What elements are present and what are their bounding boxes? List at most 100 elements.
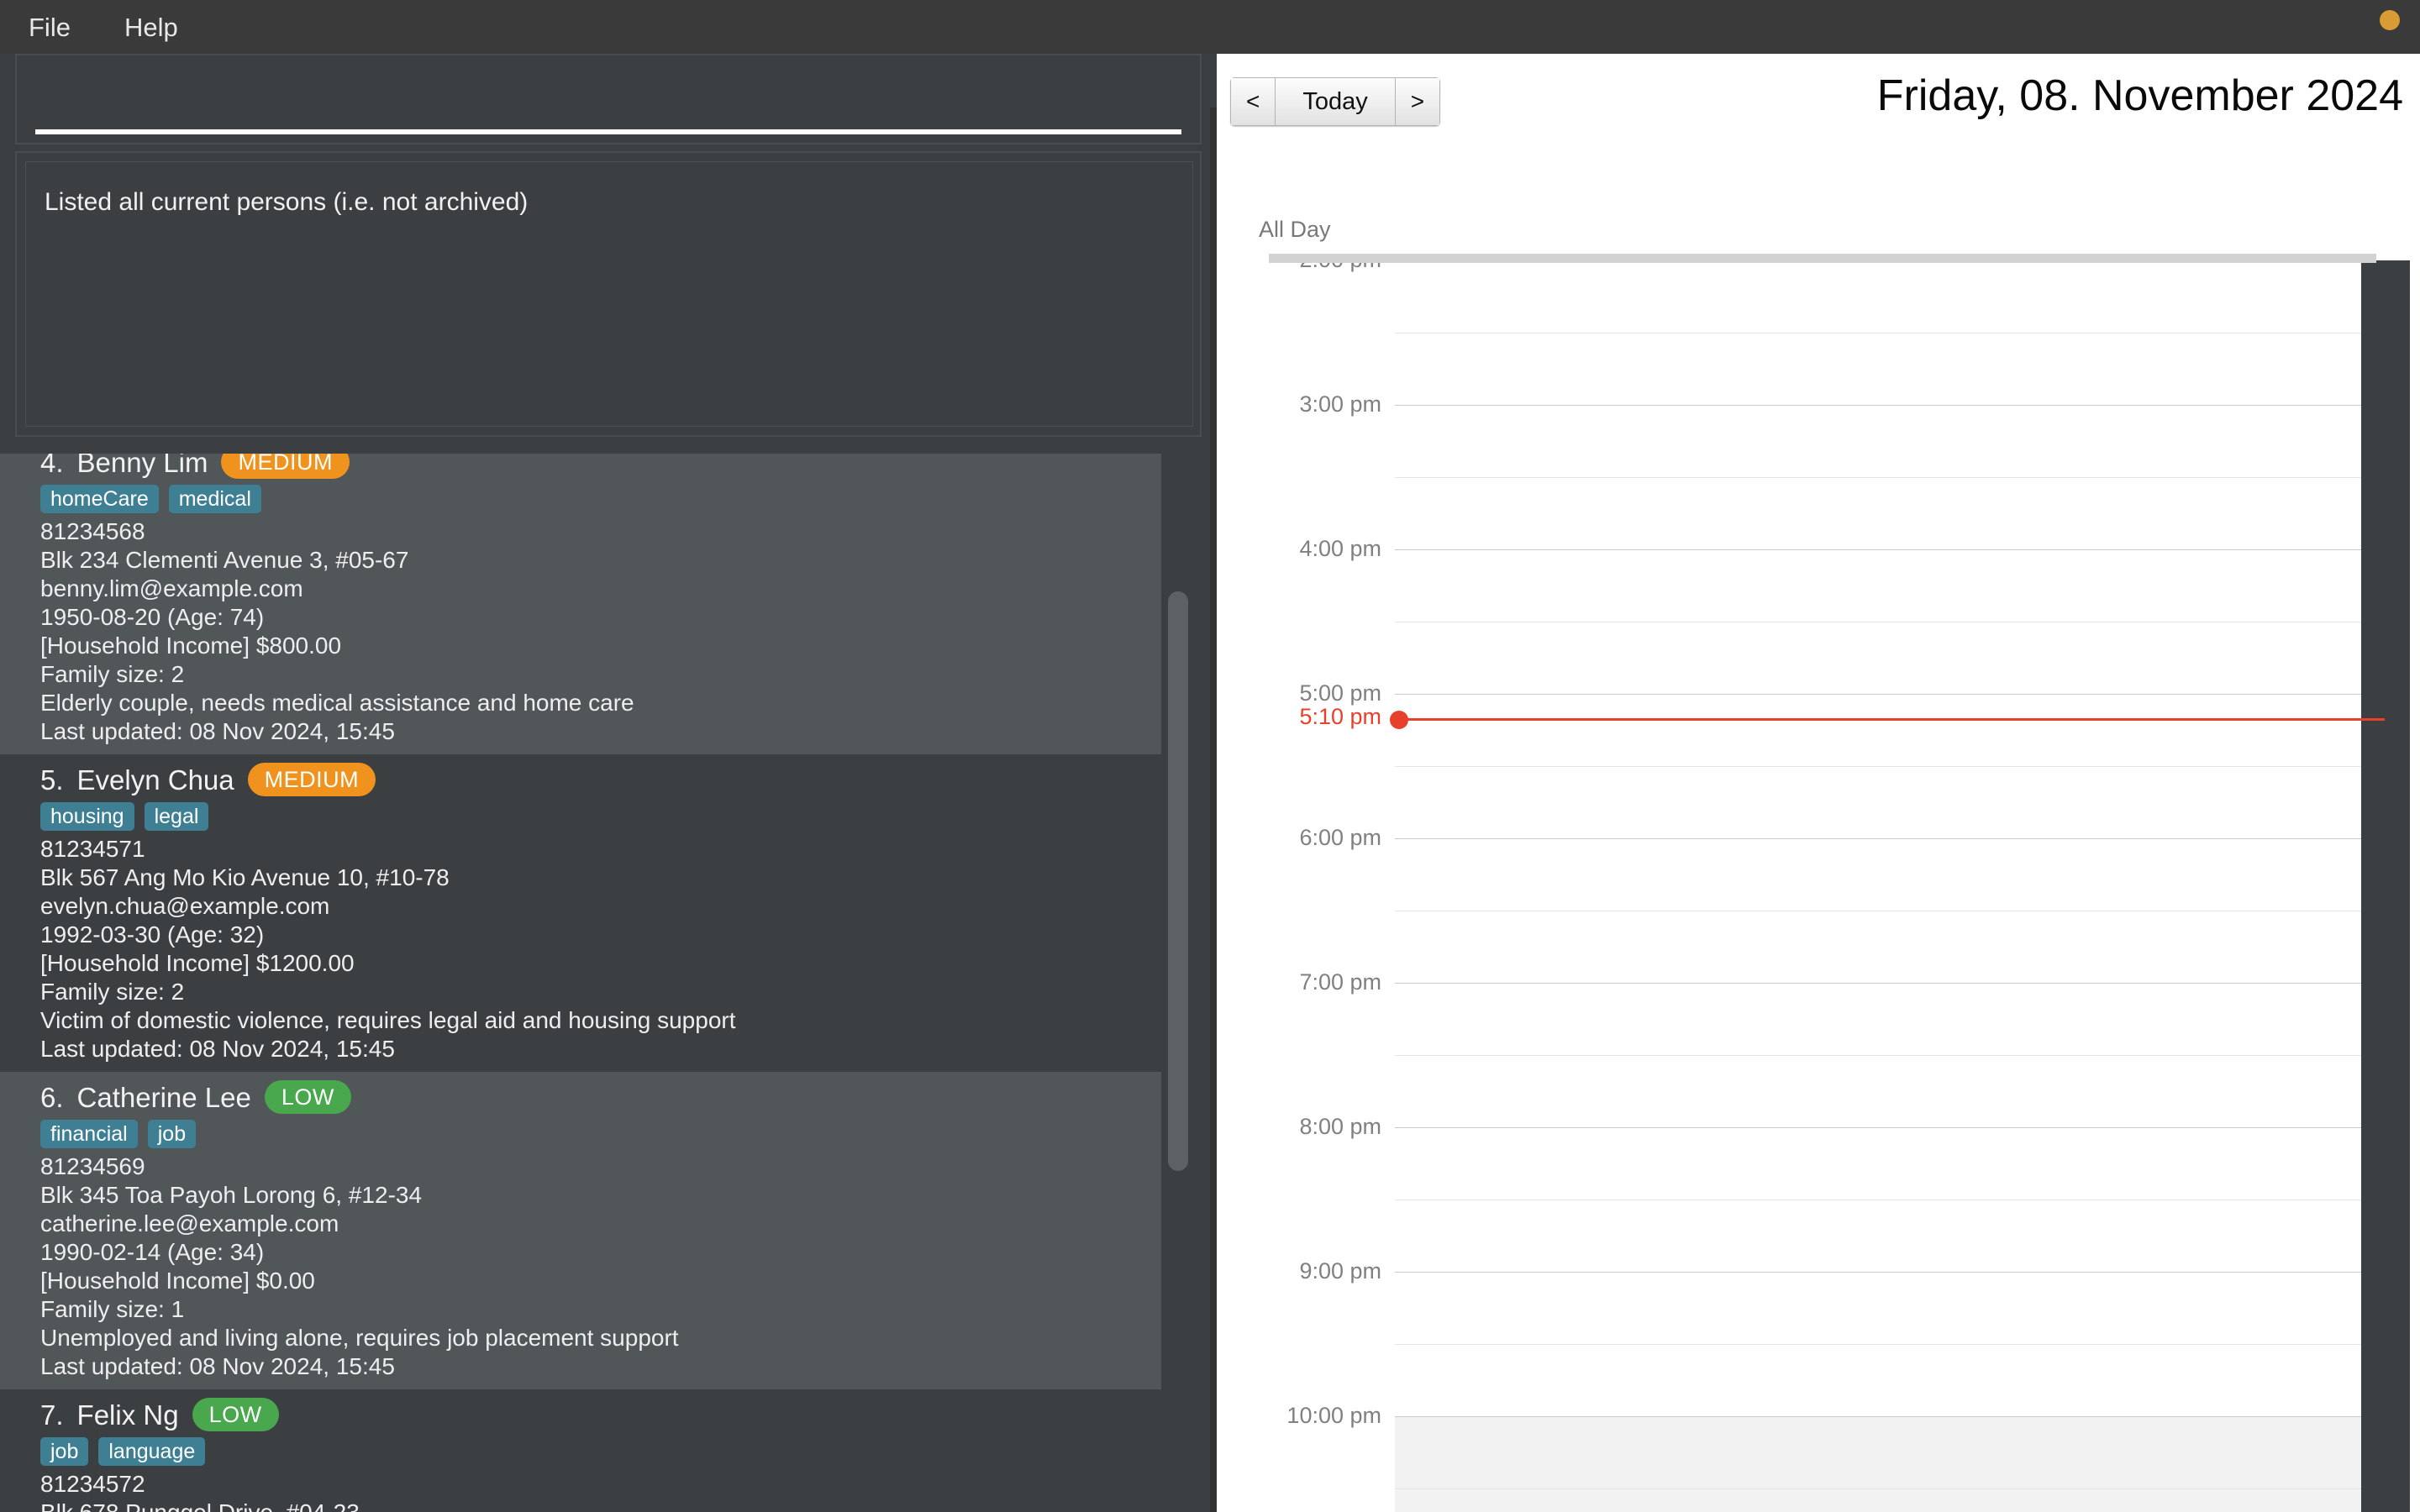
- tag-chip: homeCare: [40, 485, 159, 513]
- calendar-hour-row[interactable]: 2:00 pm: [1217, 260, 2385, 405]
- prev-day-button[interactable]: <: [1230, 77, 1276, 126]
- person-family-size: Family size: 2: [40, 661, 185, 687]
- today-button[interactable]: Today: [1275, 77, 1395, 126]
- next-day-button[interactable]: >: [1394, 77, 1441, 126]
- calendar-hour-row[interactable]: 9:00 pm: [1217, 1260, 2385, 1416]
- calendar-hour-row[interactable]: 10:00 pm: [1217, 1404, 2385, 1512]
- time-grid-top-divider: [1269, 254, 2376, 263]
- person-income: [Household Income] $0.00: [40, 1268, 315, 1294]
- calendar-half-hour-gridline: [1395, 766, 2385, 767]
- person-address: Blk 345 Toa Payoh Lorong 6, #12-34: [40, 1182, 423, 1208]
- calendar-right-edge: [2410, 108, 2420, 1512]
- person-email: evelyn.chua@example.com: [40, 893, 330, 919]
- tag-row: homeCare medical: [40, 484, 1161, 514]
- calendar-hour-gridline: [1395, 1416, 2385, 1417]
- calendar-date-title: Friday, 08. November 2024: [1876, 71, 2403, 120]
- person-last-updated: Last updated: 08 Nov 2024, 15:45: [40, 1036, 395, 1062]
- current-time-line: [1395, 717, 2385, 721]
- person-list[interactable]: 4. Benny Lim MEDIUM homeCare medical 812…: [0, 454, 1217, 1512]
- person-header: 4. Benny Lim MEDIUM: [40, 454, 1161, 482]
- calendar-half-hour-gridline: [1395, 1344, 2385, 1345]
- person-index: 7.: [40, 1399, 64, 1431]
- menu-item-help[interactable]: Help: [118, 9, 185, 45]
- risk-badge: MEDIUM: [247, 763, 376, 796]
- calendar-hour-label: 9:00 pm: [1299, 1258, 1381, 1284]
- calendar-hour-gridline: [1395, 983, 2385, 984]
- command-box[interactable]: [15, 54, 1202, 144]
- person-last-updated: Last updated: 08 Nov 2024, 15:45: [40, 718, 395, 744]
- calendar-hour-gridline: [1395, 1272, 2385, 1273]
- command-input-underline: [35, 129, 1181, 134]
- current-time-dot-icon: [1390, 710, 1408, 729]
- tag-row: financial job: [40, 1119, 1161, 1149]
- person-phone: 81234569: [40, 1153, 145, 1179]
- person-card[interactable]: 5. Evelyn Chua MEDIUM housing legal 8123…: [0, 754, 1161, 1072]
- calendar-hour-label: 4:00 pm: [1299, 536, 1381, 561]
- calendar-toolbar: < Today > Friday, 08. November 2024: [1217, 54, 2420, 168]
- calendar-scrollbar[interactable]: [2361, 260, 2410, 1512]
- person-header: 6. Catherine Lee LOW: [40, 1077, 1161, 1117]
- person-card[interactable]: 4. Benny Lim MEDIUM homeCare medical 812…: [0, 454, 1161, 754]
- person-header: 5. Evelyn Chua MEDIUM: [40, 759, 1161, 800]
- calendar-hour-label: 5:00 pm: [1299, 680, 1381, 706]
- tag-chip: language: [98, 1437, 206, 1466]
- tag-chip: financial: [40, 1120, 138, 1148]
- person-card[interactable]: 7. Felix Ng LOW job language 81234572 Bl…: [0, 1389, 1161, 1512]
- calendar-time-grid[interactable]: 2:00 pm3:00 pm 4:00 pm 5:00 pm 6:00 pm 7:00 …: [1217, 260, 2385, 1512]
- person-income: [Household Income] $800.00: [40, 633, 342, 659]
- person-birthdate: 1950-08-20 (Age: 74): [40, 604, 265, 630]
- person-name: Evelyn Chua: [76, 764, 234, 795]
- calendar-hour-label: 6:00 pm: [1299, 825, 1381, 850]
- calendar-hour-row[interactable]: 6:00 pm: [1217, 827, 2385, 983]
- tag-chip: medical: [168, 485, 261, 513]
- person-name: Catherine Lee: [76, 1081, 251, 1113]
- calendar-hour-gridline: [1395, 1127, 2385, 1128]
- calendar-half-hour-gridline: [1395, 1488, 2385, 1489]
- person-last-updated: Last updated: 08 Nov 2024, 15:45: [40, 1353, 395, 1379]
- calendar-hour-row[interactable]: 4:00 pm: [1217, 538, 2385, 694]
- person-email: benny.lim@example.com: [40, 575, 303, 601]
- person-name: Felix Ng: [76, 1399, 179, 1431]
- menu-bar: File Help: [0, 0, 2420, 54]
- result-message: Listed all current persons (i.e. not arc…: [45, 188, 529, 216]
- tag-row: job language: [40, 1436, 1161, 1467]
- calendar-hour-row[interactable]: 8:00 pm: [1217, 1116, 2385, 1272]
- left-panel: Listed all current persons (i.e. not arc…: [0, 54, 1217, 1512]
- person-header: 7. Felix Ng LOW: [40, 1394, 1161, 1435]
- person-index: 4.: [40, 454, 64, 478]
- calendar-hour-label: 7:00 pm: [1299, 969, 1381, 995]
- person-family-size: Family size: 1: [40, 1296, 185, 1322]
- calendar-half-hour-gridline: [1395, 1055, 2385, 1056]
- calendar-hour-row[interactable]: 3:00 pm: [1217, 393, 2385, 549]
- person-note: Victim of domestic violence, requires le…: [40, 1007, 736, 1033]
- calendar-offhours-slot: [1395, 1416, 2385, 1512]
- person-name: Benny Lim: [76, 454, 208, 478]
- calendar-half-hour-gridline: [1395, 477, 2385, 478]
- calendar-hour-label: 10:00 pm: [1286, 1403, 1381, 1428]
- person-list-scrollbar-thumb[interactable]: [1168, 591, 1188, 1171]
- person-birthdate: 1992-03-30 (Age: 32): [40, 921, 265, 948]
- tag-chip: job: [40, 1437, 89, 1466]
- calendar-hour-gridline: [1395, 838, 2385, 839]
- calendar-hour-row[interactable]: 7:00 pm: [1217, 971, 2385, 1127]
- calendar-hour-gridline: [1395, 405, 2385, 406]
- person-note: Unemployed and living alone, requires jo…: [40, 1325, 679, 1351]
- person-index: 5.: [40, 764, 64, 795]
- person-address: Blk 234 Clementi Avenue 3, #05-67: [40, 547, 409, 573]
- person-address: Blk 567 Ang Mo Kio Avenue 10, #10-78: [40, 864, 450, 890]
- application-window: File Help Listed all current persons (i.…: [0, 0, 2420, 1512]
- person-list-scroll-area: 4. Benny Lim MEDIUM homeCare medical 812…: [0, 454, 1168, 1512]
- tag-chip: legal: [144, 802, 209, 831]
- person-birthdate: 1990-02-14 (Age: 34): [40, 1239, 265, 1265]
- person-address: Blk 678 Punggol Drive, #04-23: [40, 1499, 1161, 1512]
- calendar-hour-gridline: [1395, 549, 2385, 550]
- person-index: 6.: [40, 1081, 64, 1113]
- person-income: [Household Income] $1200.00: [40, 950, 355, 976]
- menu-item-file[interactable]: File: [22, 9, 77, 45]
- person-phone: 81234568: [40, 518, 145, 544]
- tag-chip: job: [147, 1120, 197, 1148]
- risk-badge: MEDIUM: [221, 454, 350, 479]
- person-card[interactable]: 6. Catherine Lee LOW financial job 81234…: [0, 1072, 1161, 1389]
- person-note: Elderly couple, needs medical assistance…: [40, 690, 634, 716]
- tag-row: housing legal: [40, 801, 1161, 832]
